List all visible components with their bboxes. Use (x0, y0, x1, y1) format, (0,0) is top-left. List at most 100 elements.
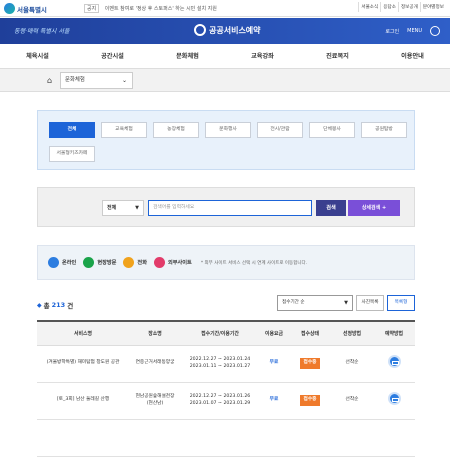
search-panel: 전체 ▼ 검색어를 입력하세요 검색 상세검색 + (37, 187, 415, 227)
category-filter: 전체 교육체험 농장체험 문화행사 전시/관람 단체봉사 공원탐방 서울형키즈카… (37, 110, 415, 170)
fee-text: 무료 (259, 345, 289, 383)
category-volunteer[interactable]: 단체봉사 (309, 122, 355, 138)
notice-banner[interactable]: 공지 이벤트 참여로 '정상 후 스토퍼스' 하는 시민 설치 지원 (84, 4, 217, 13)
list-tools: 접수기간 순 ▼ 사진목록 목록형 (277, 295, 415, 311)
brand-logo-icon (194, 24, 206, 36)
legend-note: * 외부 사이트 서비스 선택 시 연계 사이트로 이동합니다. (200, 260, 308, 266)
external-site-icon (153, 257, 165, 268)
brand-title: 공공서비스예약 (209, 25, 261, 35)
selection-method (331, 419, 373, 457)
nav-item-culture[interactable]: 문화체험 (150, 45, 225, 68)
online-icon (48, 257, 59, 268)
legend-visit-label: 현장방문 (97, 260, 117, 266)
place-name: 연중근거서래동양궁 (129, 345, 181, 383)
seoul-logo[interactable]: 서울특별시 (4, 2, 47, 15)
header-utility: 로그인 MENU (385, 26, 440, 36)
selection-method: 선착순 (331, 345, 373, 383)
period-text: 2022.12.27 ~ 2023.01.24 2023.01.11 ~ 202… (181, 345, 259, 383)
place-name (129, 419, 181, 457)
status-badge[interactable]: 접수중 (299, 395, 321, 406)
status-badge[interactable]: 접수중 (299, 358, 321, 369)
login-link[interactable]: 로그인 (385, 28, 399, 35)
util-link-news[interactable]: 서울소식 (358, 2, 380, 12)
legend-phone: 전화 (123, 257, 147, 268)
online-reservation-icon[interactable] (387, 355, 401, 369)
top-utility-bar: 서울특별시 공지 이벤트 참여로 '정상 후 스토퍼스' 하는 시민 설치 지원… (0, 0, 450, 17)
col-header-method: 예약방법 (373, 320, 415, 346)
nav-item-medical[interactable]: 진료복지 (300, 45, 375, 68)
list-view-button[interactable]: 목록형 (387, 295, 415, 311)
online-reservation-icon[interactable] (387, 392, 401, 406)
site-brand[interactable]: 공공서비스예약 (194, 24, 261, 36)
col-header-period: 접수기간/이용기간 (181, 320, 259, 346)
legend-online-label: 온라인 (62, 260, 77, 266)
total-suffix: 건 (67, 302, 74, 310)
caret-down-icon: ▼ (344, 300, 348, 306)
sort-value: 접수기간 순 (282, 300, 305, 305)
method-cell (373, 382, 415, 420)
search-icon[interactable] (430, 26, 440, 36)
service-name-link[interactable]: (겨울방학특별) 재미탐험 창도원 공관 (37, 345, 129, 383)
category-all[interactable]: 전체 (49, 122, 95, 138)
status-cell: 접수중 (289, 345, 331, 383)
breadcrumb-select[interactable]: 문화체험 ⌄ (60, 72, 133, 89)
col-header-place: 장소명 (129, 320, 181, 346)
service-name-link[interactable]: [토_3회] 남산 둘레길 산행 (37, 382, 129, 420)
sort-select[interactable]: 접수기간 순 ▼ (277, 295, 353, 311)
legend-visit: 현장방문 (83, 257, 116, 268)
legend-external: 외부사이트 (153, 257, 192, 268)
table-header-row: 서비스명 장소명 접수기간/이용기간 이용요금 접수상태 선정방법 예약방법 (37, 320, 415, 346)
breadcrumb-current: 문화체험 (65, 77, 85, 83)
caret-down-icon: ▼ (135, 205, 139, 211)
service-table: 서비스명 장소명 접수기간/이용기간 이용요금 접수상태 선정방법 예약방법 (… (37, 320, 415, 457)
category-exhibit[interactable]: 전시/관람 (257, 122, 303, 138)
col-header-service: 서비스명 (37, 320, 129, 346)
col-header-fee: 이용요금 (259, 320, 289, 346)
visit-icon (83, 257, 95, 268)
utility-links: 서울소식 응답소 정보공개 분야별정보 (358, 2, 446, 12)
period-text (181, 419, 259, 457)
search-scope-value: 전체 (107, 205, 117, 211)
method-cell (373, 419, 415, 457)
nav-item-education[interactable]: 교육강좌 (225, 45, 300, 68)
category-event[interactable]: 문화행사 (205, 122, 251, 138)
main-nav: 체육시설 공간시설 문화체험 교육강좌 진료복지 이용안내 (0, 45, 450, 69)
nav-item-space[interactable]: 공간시설 (75, 45, 150, 68)
category-edu[interactable]: 교육체험 (101, 122, 147, 138)
table-row[interactable]: (겨울방학특별) 재미탐험 창도원 공관 연중근거서래동양궁 2022.12.2… (37, 345, 415, 383)
status-cell: 접수중 (289, 382, 331, 420)
service-name-link[interactable] (37, 419, 129, 457)
fee-text (259, 419, 289, 457)
table-row[interactable] (37, 419, 415, 457)
category-kidscafe[interactable]: 서울형키즈카페 (49, 146, 95, 162)
util-link-disclosure[interactable]: 정보공개 (397, 2, 420, 12)
detail-search-button[interactable]: 상세검색 + (348, 200, 400, 216)
total-number: 213 (51, 301, 66, 309)
search-scope-select[interactable]: 전체 ▼ (102, 200, 144, 216)
search-input[interactable]: 검색어를 입력하세요 (148, 200, 312, 216)
col-header-selection: 선정방법 (331, 320, 373, 346)
phone-icon (123, 257, 135, 268)
place-name: 현남공원숲해설천장 (현산남) (129, 382, 181, 420)
table-row[interactable]: [토_3회] 남산 둘레길 산행 현남공원숲해설천장 (현산남) 2022.12… (37, 382, 415, 420)
fee-text: 무료 (259, 382, 289, 420)
reservation-type-legend: 온라인 현장방문 전화 외부사이트 * 외부 사이트 서비스 선택 시 연계 사… (37, 245, 415, 280)
chevron-down-icon: ⌄ (121, 77, 127, 84)
category-farm[interactable]: 농장체험 (153, 122, 199, 138)
category-park[interactable]: 공원탐방 (361, 122, 407, 138)
util-link-response[interactable]: 응답소 (380, 2, 398, 12)
nav-item-guide[interactable]: 이용안내 (375, 45, 450, 68)
notice-tag: 공지 (84, 4, 100, 13)
site-header: 동행·매력 특별시 서울 공공서비스예약 로그인 MENU (0, 18, 450, 44)
seoul-logo-text: 서울특별시 (17, 5, 47, 14)
legend-phone-label: 전화 (137, 260, 147, 266)
photo-view-button[interactable]: 사진목록 (356, 295, 384, 311)
nav-item-sports[interactable]: 체육시설 (0, 45, 75, 68)
home-icon[interactable]: ⌂ (44, 75, 55, 86)
menu-button[interactable]: MENU (407, 28, 422, 34)
legend-external-label: 외부사이트 (167, 260, 192, 266)
period-text: 2022.12.27 ~ 2023.01.26 2023.01.07 ~ 202… (181, 382, 259, 420)
util-link-info[interactable]: 분야별정보 (419, 2, 446, 12)
legend-online: 온라인 (48, 257, 76, 268)
search-button[interactable]: 검색 (316, 200, 346, 216)
